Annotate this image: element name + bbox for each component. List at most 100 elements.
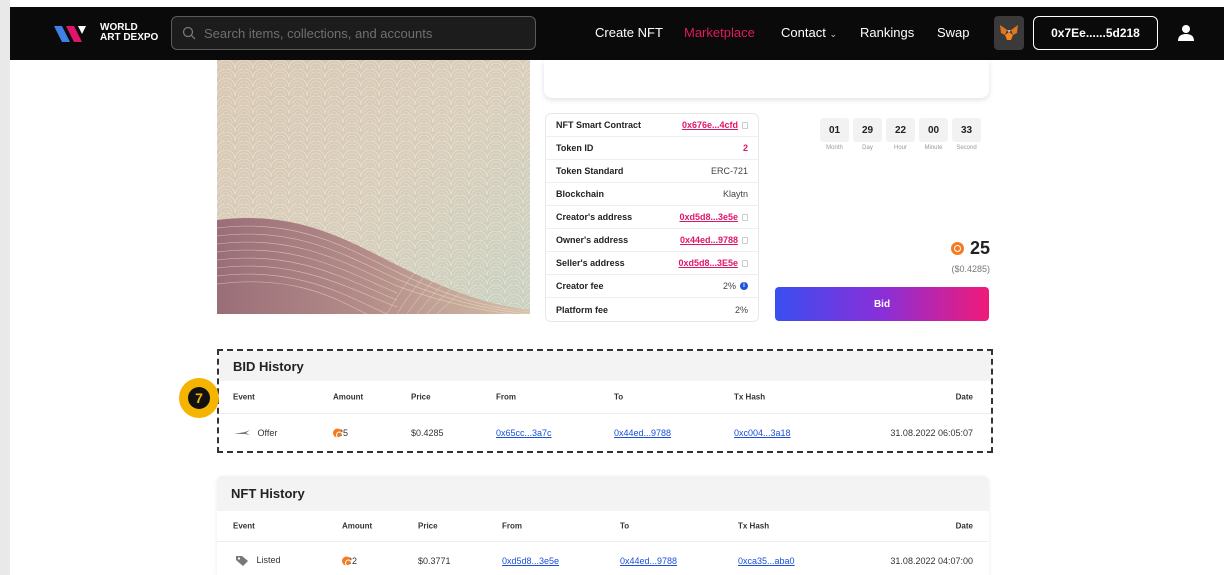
detail-value: 0x44ed...9788 — [679, 235, 738, 245]
contract-address-link[interactable]: 0x676e...4cfd — [682, 120, 748, 130]
detail-value: 2% — [734, 304, 748, 315]
detail-label: NFT Smart Contract — [556, 120, 642, 130]
bid-button[interactable]: Bid — [775, 287, 989, 321]
logo[interactable]: WORLD ART DEXPO — [54, 22, 158, 44]
price-usd: ($0.4285) — [951, 264, 990, 274]
countdown-day: 29 Day — [853, 118, 882, 151]
countdown-hour: 22 Hour — [886, 118, 915, 151]
detail-row-blockchain: Blockchain Klaytn — [546, 183, 758, 206]
detail-value: Klaytn — [722, 189, 748, 199]
detail-row-platform-fee: Platform fee 2% — [546, 298, 758, 321]
detail-label: Token ID — [556, 143, 594, 153]
detail-label: Platform fee — [556, 304, 609, 315]
coin-icon — [342, 556, 352, 566]
search-icon — [182, 26, 196, 40]
price-value: 25 — [969, 238, 990, 258]
offer-icon — [234, 430, 250, 436]
countdown-label: Hour — [893, 145, 907, 151]
col-to: To — [620, 521, 630, 531]
detail-label: Token Standard — [556, 166, 624, 176]
from-address-link[interactable]: 0x65cc...3a7c — [496, 428, 552, 438]
detail-row-creator-fee: Creator fee 2% i — [546, 275, 758, 298]
logo-mark-icon — [54, 26, 86, 42]
nft-history-title: NFT History — [217, 476, 989, 511]
search-box[interactable] — [171, 16, 536, 50]
countdown-label: Minute — [924, 145, 943, 151]
countdown-label: Second — [956, 145, 977, 151]
creator-address-link[interactable]: 0xd5d8...3e5e — [679, 212, 748, 222]
countdown-value: 01 — [820, 118, 849, 142]
countdown-month: 01 Month — [820, 118, 849, 151]
detail-row-token-id: Token ID 2 — [546, 137, 758, 160]
nft-details-table: NFT Smart Contract 0x676e...4cfd Token I… — [545, 113, 759, 322]
detail-value: 2 — [742, 143, 748, 153]
copy-icon[interactable] — [742, 236, 748, 244]
detail-row-seller: Seller's address 0xd5d8...3E5e — [546, 252, 758, 275]
nft-history-header-row: Event Amount Price From To Tx Hash Date — [217, 511, 989, 542]
search-input[interactable] — [204, 25, 524, 41]
col-tx-hash: Tx Hash — [734, 392, 766, 402]
nav-contact[interactable]: Contact ⌄ — [781, 25, 837, 40]
countdown-value: 33 — [952, 118, 981, 142]
top-navbar: WORLD ART DEXPO Create NFT Marketplace C… — [10, 7, 1224, 60]
countdown-value: 22 — [886, 118, 915, 142]
from-address-link[interactable]: 0xd5d8...3e5e — [502, 556, 559, 566]
nav-create-nft[interactable]: Create NFT — [595, 25, 663, 40]
to-address-link[interactable]: 0x44ed...9788 — [620, 556, 677, 566]
detail-row-contract: NFT Smart Contract 0x676e...4cfd — [546, 114, 758, 137]
col-event: Event — [233, 392, 255, 402]
col-date: Date — [955, 521, 973, 531]
step-marker: 7 — [179, 378, 219, 418]
chevron-down-icon: ⌄ — [829, 29, 837, 39]
detail-label: Creator's address — [556, 212, 633, 222]
copy-icon[interactable] — [742, 121, 748, 129]
bid-history-title: BID History — [219, 351, 991, 381]
owner-address-link[interactable]: 0x44ed...9788 — [680, 235, 748, 245]
nav-rankings[interactable]: Rankings — [860, 25, 914, 40]
bid-history-header-row: Event Amount Price From To Tx Hash Date — [219, 381, 991, 414]
metamask-button[interactable] — [994, 16, 1024, 50]
nav-contact-label: Contact — [781, 25, 826, 40]
tx-hash-link[interactable]: 0xc004...3a18 — [734, 428, 791, 438]
col-date: Date — [955, 392, 973, 402]
col-price: Price — [418, 521, 438, 531]
detail-value: 2% — [722, 281, 736, 291]
col-amount: Amount — [342, 521, 373, 531]
date-value: 31.08.2022 06:05:07 — [890, 427, 973, 438]
seller-address-link[interactable]: 0xd5d8...3E5e — [678, 258, 748, 268]
event-label: Listed — [256, 554, 281, 565]
countdown-value: 29 — [853, 118, 882, 142]
event-label: Offer — [257, 427, 278, 438]
coin-icon — [950, 242, 964, 255]
user-icon[interactable] — [1176, 23, 1196, 43]
item-summary-card — [544, 60, 989, 98]
tx-hash-link[interactable]: 0xca35...aba0 — [738, 556, 795, 566]
metamask-fox-icon — [1000, 25, 1018, 40]
nav-marketplace[interactable]: Marketplace — [684, 25, 755, 40]
detail-row-creator: Creator's address 0xd5d8...3e5e — [546, 206, 758, 229]
logo-line-2: ART DEXPO — [100, 32, 159, 43]
coin-icon — [333, 428, 343, 438]
detail-value: ERC-721 — [710, 166, 748, 176]
col-tx-hash: Tx Hash — [738, 521, 770, 531]
countdown-value: 00 — [919, 118, 948, 142]
current-price: 25 — [940, 238, 990, 259]
detail-value: 0xd5d8...3e5e — [679, 212, 738, 222]
detail-value: 0x676e...4cfd — [681, 120, 738, 130]
countdown-second: 33 Second — [952, 118, 981, 151]
to-address-link[interactable]: 0x44ed...9788 — [614, 428, 671, 438]
countdown-label: Month — [826, 145, 843, 151]
copy-icon[interactable] — [742, 259, 748, 267]
copy-icon[interactable] — [742, 213, 748, 221]
info-icon[interactable]: i — [740, 282, 748, 290]
detail-label: Blockchain — [556, 189, 605, 199]
nft-artwork-image — [217, 60, 530, 314]
detail-row-token-standard: Token Standard ERC-721 — [546, 160, 758, 183]
detail-value: 0xd5d8...3E5e — [678, 258, 738, 268]
wallet-address-button[interactable]: 0x7Ee......5d218 — [1033, 16, 1158, 50]
col-amount: Amount — [333, 392, 364, 402]
bid-history-panel: BID History Event Amount Price From To T… — [217, 349, 993, 453]
detail-label: Creator fee — [556, 281, 604, 291]
left-edge-strip — [0, 0, 10, 575]
nav-swap[interactable]: Swap — [937, 25, 970, 40]
